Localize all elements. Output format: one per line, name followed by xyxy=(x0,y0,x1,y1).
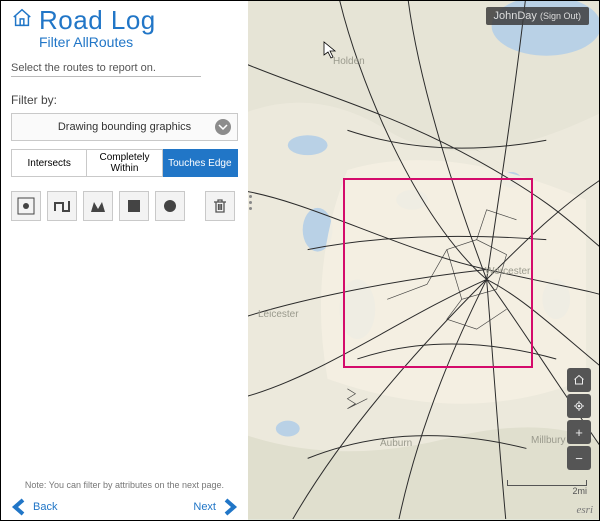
map-label-worcester: Worcester xyxy=(485,266,530,277)
map-controls: + − xyxy=(567,368,591,470)
app-title: Road Log xyxy=(39,5,156,36)
user-chip[interactable]: JohnDay (Sign Out) xyxy=(486,7,590,25)
tool-polygon[interactable] xyxy=(83,191,113,221)
scale-bar: 2mi xyxy=(507,480,587,496)
wizard-nav: Back Next xyxy=(11,498,238,516)
tool-point[interactable] xyxy=(11,191,41,221)
user-name: JohnDay xyxy=(494,10,537,22)
footer-note: Note: You can filter by attributes on th… xyxy=(1,480,248,490)
attribution: esri xyxy=(577,504,594,516)
back-label: Back xyxy=(33,501,57,513)
locate-button[interactable] xyxy=(567,394,591,418)
instruction-text: Select the routes to report on. xyxy=(11,62,238,74)
spatial-rel-intersects[interactable]: Intersects xyxy=(11,149,87,177)
home-icon[interactable] xyxy=(11,7,33,34)
spatial-rel-switch: Intersects Completely Within Touches Edg… xyxy=(11,149,238,177)
panel-collapse-handle[interactable] xyxy=(248,191,254,214)
tool-rectangle[interactable] xyxy=(119,191,149,221)
map-label-holden: Holden xyxy=(333,56,365,67)
cursor-icon xyxy=(323,41,337,64)
next-button[interactable]: Next xyxy=(193,498,238,516)
tool-polyline[interactable] xyxy=(47,191,77,221)
sign-out-label: (Sign Out) xyxy=(540,11,581,21)
filter-method-dropdown[interactable]: Drawing bounding graphics xyxy=(11,113,238,141)
back-button[interactable]: Back xyxy=(11,498,57,516)
divider xyxy=(11,76,201,77)
spatial-rel-touches[interactable]: Touches Edge xyxy=(163,149,238,177)
filter-label: Filter by: xyxy=(11,93,238,107)
tool-delete[interactable] xyxy=(205,191,235,221)
spatial-rel-within[interactable]: Completely Within xyxy=(87,149,162,177)
draw-tools xyxy=(11,191,238,221)
next-label: Next xyxy=(193,501,216,513)
map-view[interactable]: Holden Worcester Leicester Auburn Millbu… xyxy=(248,1,599,520)
sidebar: Road Log Filter AllRoutes Select the rou… xyxy=(1,1,248,520)
chevron-down-icon xyxy=(215,119,231,135)
home-extent-button[interactable] xyxy=(567,368,591,392)
map-label-leicester: Leicester xyxy=(258,309,299,320)
filter-method-value: Drawing bounding graphics xyxy=(58,121,191,133)
zoom-in-button[interactable]: + xyxy=(567,420,591,444)
map-label-auburn: Auburn xyxy=(380,438,412,449)
tool-circle[interactable] xyxy=(155,191,185,221)
page-subtitle: Filter AllRoutes xyxy=(39,34,238,50)
map-label-millbury: Millbury xyxy=(531,435,565,446)
zoom-out-button[interactable]: − xyxy=(567,446,591,470)
app-header: Road Log xyxy=(11,5,238,36)
scale-label: 2mi xyxy=(572,486,587,496)
